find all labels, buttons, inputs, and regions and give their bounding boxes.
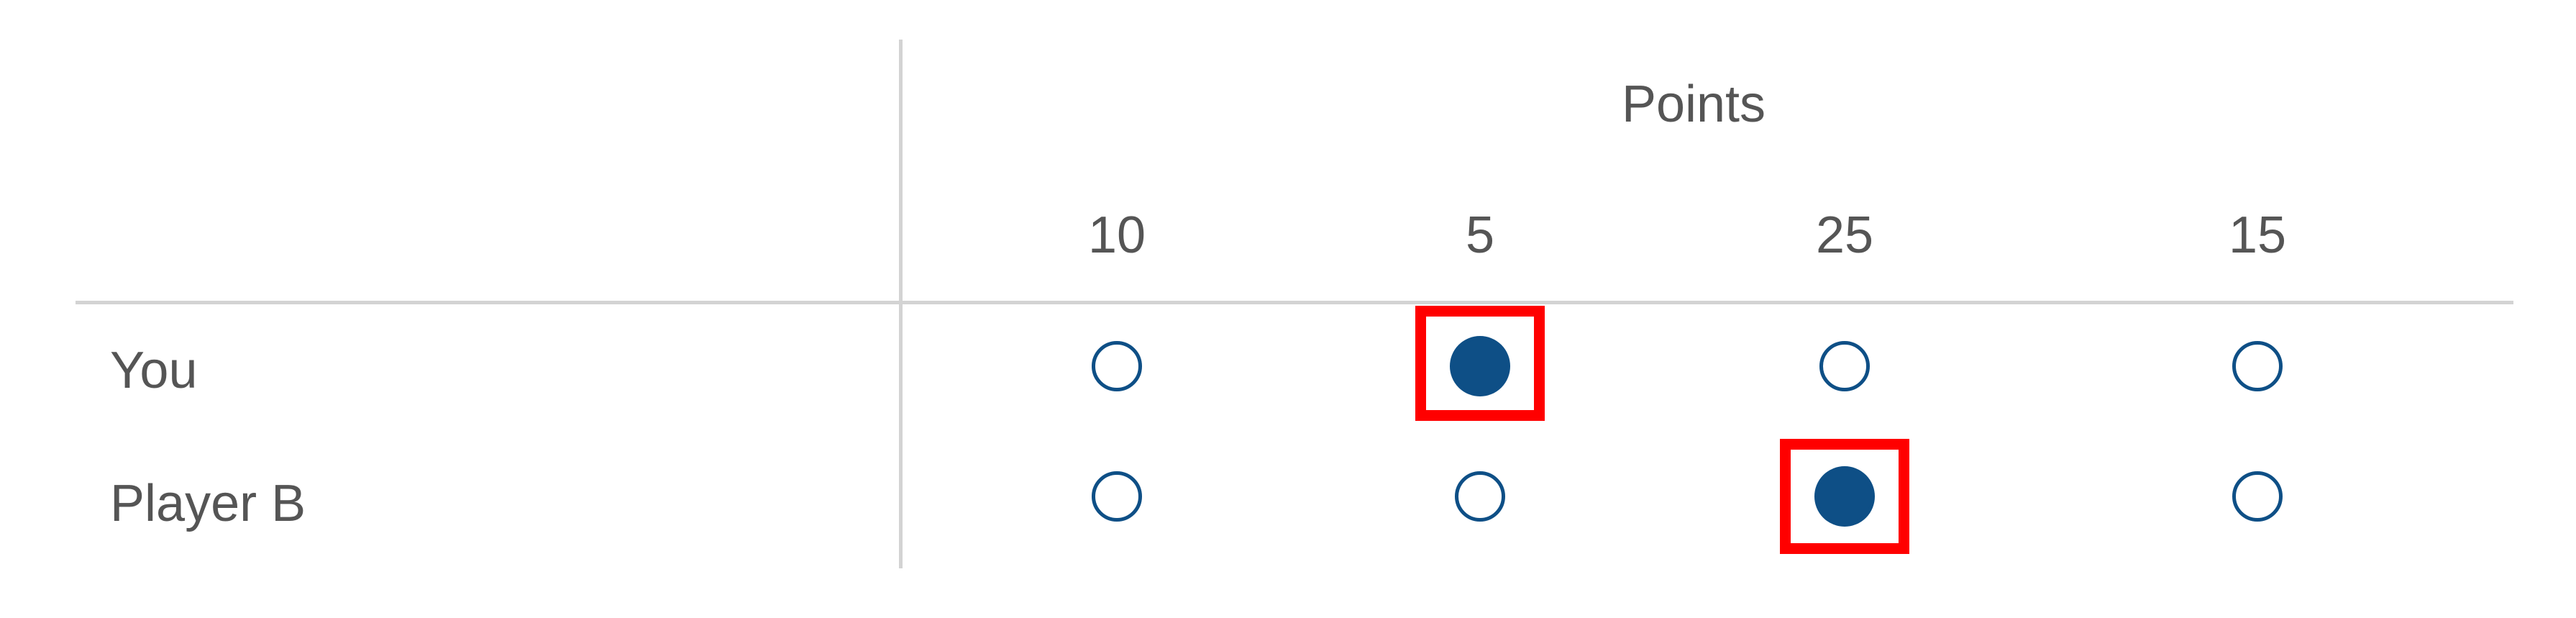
radio-player-b-col-1[interactable]: [1092, 471, 1142, 522]
radio-you-col-2[interactable]: [1450, 336, 1510, 396]
column-header-3: 25: [1815, 206, 1874, 264]
column-header-4: 15: [2228, 206, 2287, 264]
radio-player-b-col-2[interactable]: [1455, 471, 1505, 522]
radio-you-col-4[interactable]: [2232, 341, 2283, 391]
group-title: Points: [1621, 76, 1766, 133]
points-matrix-question: Points 10 5 25 15 You Player B: [0, 0, 2576, 618]
header-divider: [76, 301, 2513, 304]
row-label-player-b: Player B: [110, 475, 306, 532]
column-header-2: 5: [1465, 206, 1495, 264]
radio-you-col-1[interactable]: [1092, 341, 1142, 391]
row-label-you: You: [110, 342, 198, 399]
radio-player-b-col-3[interactable]: [1814, 466, 1875, 527]
column-header-1: 10: [1087, 206, 1146, 264]
radio-player-b-col-4[interactable]: [2232, 471, 2283, 522]
radio-you-col-3[interactable]: [1819, 341, 1870, 391]
